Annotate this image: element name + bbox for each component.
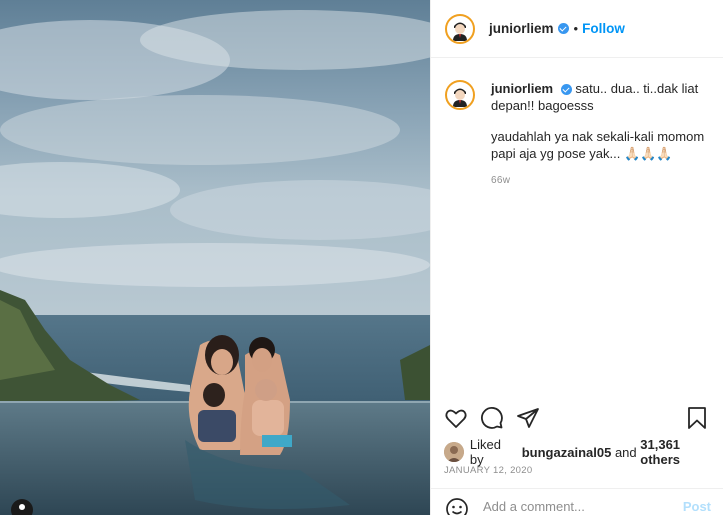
- post-photo[interactable]: [0, 0, 430, 515]
- post-username[interactable]: juniorliem: [489, 21, 554, 36]
- cartoon-avatar-icon: [448, 83, 472, 107]
- separator-dot: •: [573, 21, 579, 36]
- caption-body: juniorliem satu.. dua.. ti..dak liat dep…: [491, 80, 709, 189]
- caption-username[interactable]: juniorliem: [491, 81, 553, 96]
- beach-family-photo: [0, 0, 430, 515]
- heart-icon[interactable]: [444, 406, 468, 430]
- likes-summary: Liked by bungazainal05 and 31,361 others: [444, 437, 723, 467]
- liker-username[interactable]: bungazainal05: [522, 445, 612, 460]
- likes-prefix: Liked by: [469, 437, 501, 467]
- caption-time-ago[interactable]: 66w: [491, 172, 709, 189]
- caption-avatar[interactable]: [445, 80, 475, 110]
- caption-comment: juniorliem satu.. dua.. ti..dak liat dep…: [445, 80, 709, 189]
- share-icon[interactable]: [516, 406, 540, 430]
- post-header: juniorliem • Follow: [431, 0, 723, 58]
- liker-avatar[interactable]: [444, 442, 464, 462]
- avatar[interactable]: [445, 13, 475, 44]
- cartoon-avatar-icon: [448, 16, 472, 41]
- caption-text-2: yaudahlah ya nak sekali-kali momom papi …: [491, 129, 705, 161]
- action-bar: [444, 404, 709, 432]
- post-comment-button[interactable]: Post: [683, 499, 711, 514]
- comment-icon[interactable]: [480, 406, 504, 430]
- post-date[interactable]: JANUARY 12, 2020: [444, 465, 532, 476]
- verified-badge-icon: [560, 84, 572, 96]
- bookmark-icon[interactable]: [685, 406, 709, 430]
- comments-section: juniorliem satu.. dua.. ti..dak liat dep…: [431, 58, 723, 396]
- likes-joiner: and: [614, 444, 637, 460]
- likes-others[interactable]: 31,361 others: [640, 437, 723, 467]
- follow-button[interactable]: Follow: [582, 21, 625, 36]
- add-comment-bar: Post: [431, 488, 723, 515]
- emoji-icon[interactable]: [445, 497, 469, 515]
- user-tag-icon[interactable]: [11, 499, 33, 515]
- comment-input[interactable]: [483, 499, 673, 514]
- verified-badge-icon: [557, 23, 569, 34]
